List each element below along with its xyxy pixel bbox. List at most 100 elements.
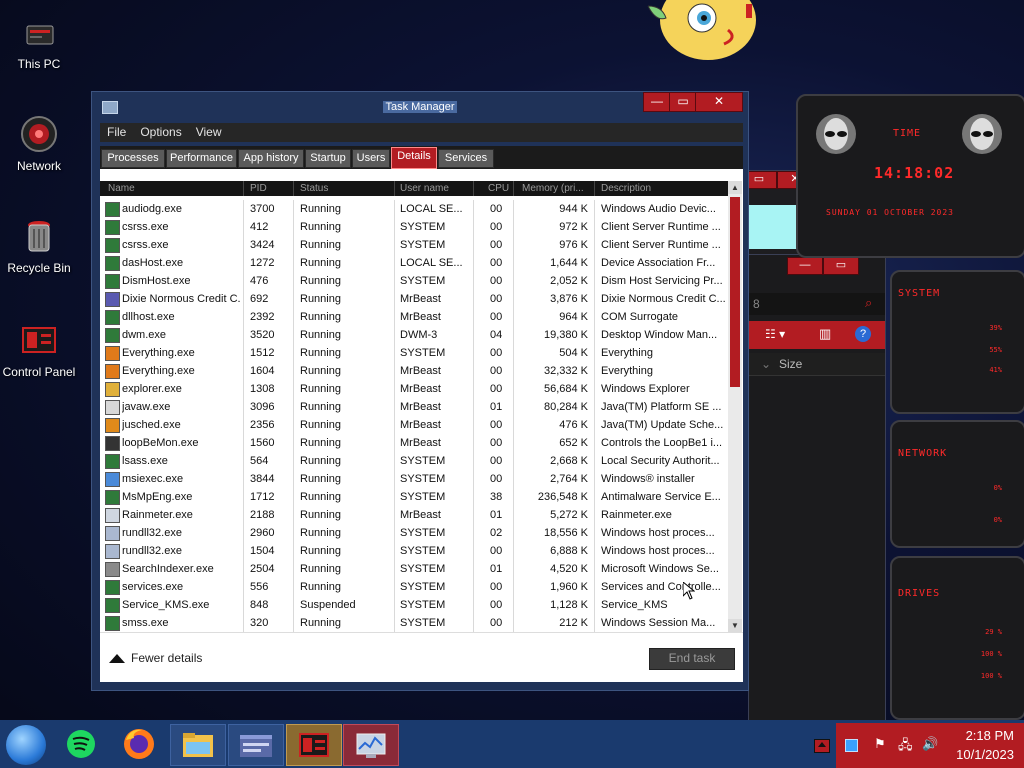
flag-icon[interactable]: ⚑: [874, 736, 886, 752]
table-row[interactable]: explorer.exe 1308 Running MrBeast 00 56,684 K…: [100, 380, 728, 398]
table-row[interactable]: dwm.exe 3520 Running DWM-3 04 19,380 K Desktop…: [100, 326, 728, 344]
table-row[interactable]: javaw.exe 3096 Running MrBeast 01 80,284 K Jav…: [100, 398, 728, 416]
table-row[interactable]: audiodg.exe 3700 Running LOCAL SE... 00 944 K…: [100, 200, 728, 218]
desktop-icon-label: Control Panel: [2, 365, 76, 379]
table-row[interactable]: rundll32.exe 1504 Running SYSTEM 00 6,888 K Wi…: [100, 542, 728, 560]
show-hidden-icons[interactable]: [814, 739, 830, 753]
action-center-icon[interactable]: [845, 739, 858, 752]
table-row[interactable]: Rainmeter.exe 2188 Running MrBeast 01 5,272 K…: [100, 506, 728, 524]
minimize-icon[interactable]: —: [787, 257, 823, 275]
column-header-size[interactable]: ⌄ Size: [749, 353, 885, 376]
cell-desc: Services and Controlle...: [601, 581, 721, 593]
scroll-down-icon[interactable]: ▼: [728, 619, 742, 632]
column-name[interactable]: Name: [108, 183, 135, 194]
tab-app-history[interactable]: App history: [238, 149, 304, 168]
table-row[interactable]: loopBeMon.exe 1560 Running MrBeast 00 652 K Co…: [100, 434, 728, 452]
scroll-up-icon[interactable]: ▲: [728, 181, 742, 194]
system-value: 55%: [989, 346, 1002, 354]
task-manager-window[interactable]: Task Manager — ▭ ✕ File Options View Proce…: [91, 91, 749, 691]
tab-services[interactable]: Services: [438, 149, 494, 168]
tab-details[interactable]: Details: [391, 147, 437, 169]
menu-file[interactable]: File: [100, 123, 133, 139]
taskbar-window[interactable]: [228, 724, 284, 766]
volume-icon[interactable]: 🔊: [922, 736, 938, 752]
table-row[interactable]: dllhost.exe 2392 Running MrBeast 00 964 K COM …: [100, 308, 728, 326]
maximize-icon: ▭: [677, 94, 689, 108]
cell-name: audiodg.exe: [122, 203, 182, 215]
scrollbar-thumb[interactable]: [730, 197, 740, 387]
fewer-details-link[interactable]: Fewer details: [109, 651, 202, 665]
search-box[interactable]: 8 ⌕: [749, 293, 885, 315]
column-user-name[interactable]: User name: [400, 183, 449, 194]
minimize-button[interactable]: —: [643, 92, 671, 112]
cell-status: Running: [300, 509, 341, 521]
taskbar-task-manager[interactable]: [343, 724, 399, 766]
table-row[interactable]: Everything.exe 1512 Running SYSTEM 00 504 K Ev…: [100, 344, 728, 362]
table-row[interactable]: MsMpEng.exe 1712 Running SYSTEM 38 236,548 K A…: [100, 488, 728, 506]
taskbar-file-explorer[interactable]: [170, 724, 226, 766]
vertical-scrollbar[interactable]: ▲ ▼: [728, 181, 742, 632]
table-row[interactable]: Service_KMS.exe 848 Suspended SYSTEM 00 1,128…: [100, 596, 728, 614]
taskbar-firefox[interactable]: [112, 724, 166, 764]
cell-pid: 1504: [250, 545, 275, 557]
computer-icon: [19, 12, 59, 52]
column-status[interactable]: Status: [300, 183, 328, 194]
end-task-button[interactable]: End task: [649, 648, 735, 670]
search-icon[interactable]: ⌕: [865, 295, 872, 311]
desktop-icon-control-panel[interactable]: Control Panel: [2, 320, 76, 379]
cell-mem: 1,128 K: [550, 599, 588, 611]
table-row[interactable]: DismHost.exe 476 Running SYSTEM 00 2,052 K Dis…: [100, 272, 728, 290]
table-row[interactable]: msiexec.exe 3844 Running SYSTEM 00 2,764 K Win…: [100, 470, 728, 488]
column-description[interactable]: Description: [601, 183, 651, 194]
table-row[interactable]: jusched.exe 2356 Running MrBeast 00 476 K Java…: [100, 416, 728, 434]
background-explorer-window[interactable]: — ▭ 8 ⌕ ☷ ▾ ▥ ? ⌄ Size: [748, 254, 886, 722]
column-cpu[interactable]: CPU: [488, 183, 509, 194]
pane-icon[interactable]: ▥: [819, 326, 831, 342]
table-row[interactable]: services.exe 556 Running SYSTEM 00 1,960 K Ser…: [100, 578, 728, 596]
taskbar-control-panel[interactable]: [286, 724, 342, 766]
desktop-icon-recycle-bin[interactable]: Recycle Bin: [2, 216, 76, 275]
title-bar[interactable]: Task Manager — ▭ ✕: [92, 92, 748, 120]
table-row[interactable]: csrss.exe 412 Running SYSTEM 00 972 K Client S…: [100, 218, 728, 236]
column-pid[interactable]: PID: [250, 183, 267, 194]
maximize-button[interactable]: ▭: [669, 92, 697, 112]
cell-user: SYSTEM: [400, 563, 446, 575]
start-orb-icon[interactable]: [6, 725, 46, 765]
process-icon: [105, 544, 120, 559]
table-row[interactable]: smss.exe 320 Running SYSTEM 00 212 K Windows S…: [100, 614, 728, 632]
desktop-icon-network[interactable]: Network: [2, 114, 76, 173]
cell-status: Running: [300, 581, 341, 593]
table-row[interactable]: SearchIndexer.exe 2504 Running SYSTEM 01 4,52…: [100, 560, 728, 578]
cell-pid: 1308: [250, 383, 275, 395]
menu-view[interactable]: View: [189, 123, 229, 139]
table-row[interactable]: Everything.exe 1604 Running MrBeast 00 32,332…: [100, 362, 728, 380]
tab-startup[interactable]: Startup: [305, 149, 351, 168]
table-row[interactable]: csrss.exe 3424 Running SYSTEM 00 976 K Client …: [100, 236, 728, 254]
cell-pid: 2356: [250, 419, 275, 431]
desktop-icon-this-pc[interactable]: This PC: [2, 12, 76, 71]
cell-pid: 3424: [250, 239, 275, 251]
close-button[interactable]: ✕: [695, 92, 743, 112]
table-row[interactable]: lsass.exe 564 Running SYSTEM 00 2,668 K Local …: [100, 452, 728, 470]
table-row[interactable]: Dixie Normous Credit C... 692 Running MrBea…: [100, 290, 728, 308]
taskbar-spotify[interactable]: [56, 724, 110, 764]
drives-title: DRIVES: [898, 588, 941, 599]
menu-options[interactable]: Options: [133, 123, 188, 139]
tab-users[interactable]: Users: [352, 149, 390, 168]
clock-time[interactable]: 2:18 PM: [966, 728, 1014, 743]
tab-performance[interactable]: Performance: [166, 149, 237, 168]
view-options-icon[interactable]: ☷ ▾: [765, 327, 785, 341]
maximize-icon[interactable]: ▭: [823, 257, 859, 275]
cell-desc: Windows Explorer: [601, 383, 690, 395]
cell-mem: 2,052 K: [550, 275, 588, 287]
cell-cpu: 01: [490, 401, 503, 413]
column-memory[interactable]: Memory (pri...: [522, 183, 584, 194]
clock-date[interactable]: 10/1/2023: [956, 747, 1014, 762]
table-row[interactable]: dasHost.exe 1272 Running LOCAL SE... 00 1,644…: [100, 254, 728, 272]
network-tray-icon[interactable]: 🖧: [898, 736, 913, 758]
cell-pid: 320: [250, 617, 269, 629]
help-icon[interactable]: ?: [855, 326, 871, 342]
system-value: 39%: [989, 324, 1002, 332]
table-row[interactable]: rundll32.exe 2960 Running SYSTEM 02 18,556 K W…: [100, 524, 728, 542]
tab-processes[interactable]: Processes: [101, 149, 165, 168]
